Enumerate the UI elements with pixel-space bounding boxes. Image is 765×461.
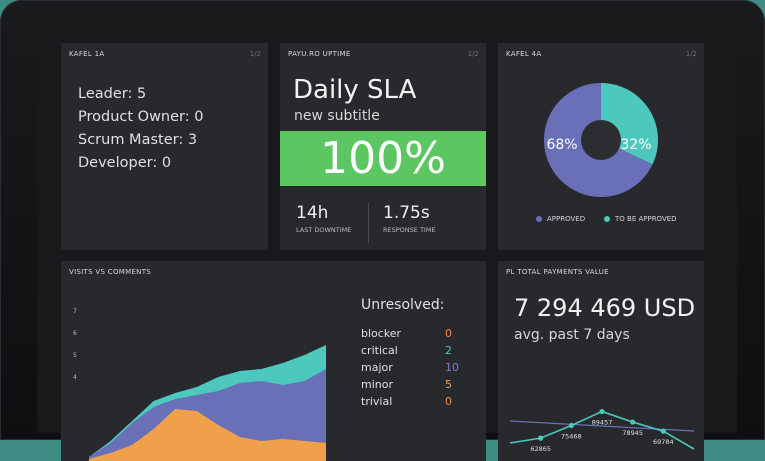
- downtime-label: LAST DOWNTIME: [296, 226, 352, 234]
- unresolved-label: blocker: [361, 327, 402, 340]
- role-leader: Leader: 5: [78, 86, 147, 102]
- role-scrum-master: Scrum Master: 3: [78, 132, 198, 148]
- dashboard-screen: KAFEL 1A 1/2 Leader: 5 Product Owner: 0 …: [37, 33, 737, 461]
- donut-hole: [581, 120, 621, 160]
- role-product-owner: Product Owner: 0: [78, 109, 204, 125]
- unresolved-row-blocker: blocker 0: [361, 327, 471, 340]
- y-tick-label: 6: [73, 330, 77, 337]
- sla-subtitle: new subtitle: [294, 108, 380, 124]
- payments-point: [599, 408, 605, 415]
- y-tick-label: 4: [73, 374, 77, 381]
- unresolved-row-trivial: trivial 0: [361, 395, 471, 408]
- payments-point-label: 75468: [561, 433, 582, 441]
- approval-donut-chart: 68% 32%: [544, 83, 658, 197]
- visits-tile: VISITS VS COMMENTS 4567 Unresolved: bloc…: [61, 261, 486, 461]
- unresolved-label: minor: [361, 378, 393, 391]
- unresolved-row-critical: critical 2: [361, 344, 471, 357]
- unresolved-count: 0: [445, 327, 452, 340]
- legend-approved: APPROVED: [536, 215, 585, 223]
- sla-heading: Daily SLA: [293, 75, 417, 105]
- role-developer: Developer: 0: [78, 155, 172, 171]
- approval-tile: KAFEL 4A 1/2 68% 32% APPROVED TO BE APPR…: [498, 43, 704, 250]
- unresolved-count: 10: [445, 361, 459, 374]
- downtime-value: 14h: [296, 203, 329, 223]
- role-list: Leader: 5 Product Owner: 0 Scrum Master:…: [78, 83, 203, 175]
- payments-point-label: 89457: [592, 419, 613, 427]
- y-tick-label: 7: [73, 308, 77, 315]
- response-value: 1.75s: [383, 203, 430, 223]
- unresolved-label: critical: [361, 344, 398, 357]
- legend-to-be-approved: TO BE APPROVED: [604, 215, 677, 223]
- payments-point: [630, 419, 636, 425]
- unresolved-count: 0: [445, 395, 452, 408]
- payments-point: [538, 435, 544, 441]
- sla-value: 100%: [280, 131, 486, 186]
- unresolved-row-minor: minor 5: [361, 378, 471, 391]
- unresolved-count: 2: [445, 344, 452, 357]
- laptop-frame: KAFEL 1A 1/2 Leader: 5 Product Owner: 0 …: [0, 0, 765, 461]
- approved-percent: 68%: [546, 137, 577, 153]
- team-tile: KAFEL 1A 1/2 Leader: 5 Product Owner: 0 …: [61, 43, 268, 250]
- tile-page-indicator: 1/2: [249, 50, 261, 58]
- payments-point-label: 78945: [622, 429, 643, 437]
- payments-tile: PL TOTAL PAYMENTS VALUE 7 294 469 USD av…: [498, 261, 704, 461]
- approved-legend-dot: [536, 216, 542, 222]
- payments-point: [568, 422, 574, 429]
- payments-line-chart: 62865 75468 89457 78945 69784: [509, 408, 695, 453]
- unresolved-label: major: [361, 361, 393, 374]
- payments-point: [660, 428, 666, 434]
- downtime-metric: 14h LAST DOWNTIME: [296, 203, 351, 234]
- payments-point-label: 69784: [653, 438, 674, 446]
- visits-area-chart: 4 5 6 7: [73, 308, 326, 461]
- tile-page-indicator: 1/2: [467, 50, 479, 58]
- y-tick-label: 5: [73, 352, 77, 359]
- payments-point-label: 62865: [530, 445, 551, 453]
- response-metric: 1.75s RESPONSE TIME: [383, 203, 436, 234]
- response-label: RESPONSE TIME: [383, 226, 436, 234]
- tile-title: PAYU.RO UPTIME: [288, 50, 351, 58]
- uptime-tile: PAYU.RO UPTIME 1/2 Daily SLA new subtitl…: [280, 43, 486, 250]
- unresolved-row-major: major 10: [361, 361, 471, 374]
- metric-divider: [368, 203, 369, 243]
- unresolved-count: 5: [445, 378, 452, 391]
- to-be-approved-legend-dot: [604, 216, 610, 222]
- approved-legend-label: APPROVED: [547, 215, 586, 223]
- unresolved-label: trivial: [361, 395, 393, 408]
- to-be-approved-legend-label: TO BE APPROVED: [615, 215, 677, 223]
- unresolved-title: Unresolved:: [361, 297, 445, 313]
- tile-title: KAFEL 1A: [69, 50, 105, 58]
- to-be-approved-percent: 32%: [620, 137, 651, 153]
